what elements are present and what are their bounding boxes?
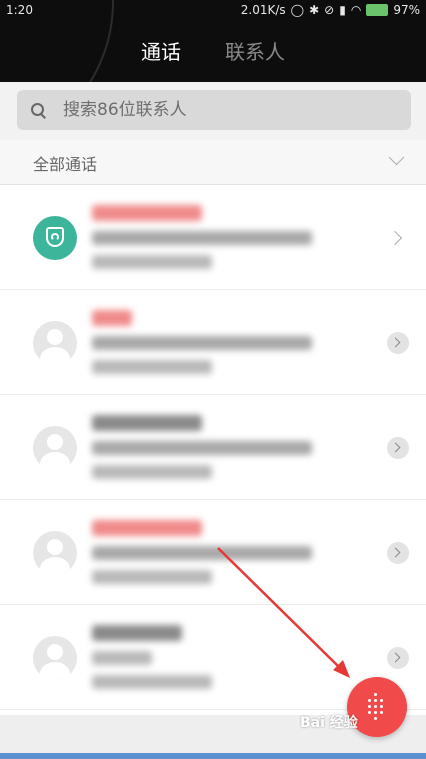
chevron-right-icon[interactable]: [387, 227, 409, 249]
battery-icon: [366, 4, 389, 16]
toggle-icon: ◯: [290, 3, 305, 17]
status-time: 1:20: [6, 3, 33, 17]
redacted-name: [92, 310, 132, 326]
avatar: [33, 216, 77, 260]
person-icon: [47, 644, 63, 660]
redacted-time: [92, 255, 212, 269]
tab-bar: 通话 联系人: [0, 36, 426, 68]
search-icon: [31, 103, 45, 117]
avatar: [33, 321, 77, 365]
blurred-call-info: [92, 205, 312, 279]
call-log-list: [0, 185, 426, 715]
search-input[interactable]: [61, 99, 365, 121]
filter-label: 全部通话: [33, 155, 98, 174]
call-row[interactable]: [0, 395, 426, 500]
call-row[interactable]: [0, 185, 426, 290]
detail-button[interactable]: [387, 332, 409, 354]
call-filter[interactable]: 全部通话: [0, 140, 426, 185]
call-row[interactable]: [0, 290, 426, 395]
blurred-call-info: [92, 520, 312, 594]
redacted-number: [92, 231, 312, 245]
shield-icon: [46, 227, 64, 247]
wifi-icon: ◠: [350, 3, 362, 17]
avatar: [33, 531, 77, 575]
tab-contacts[interactable]: 联系人: [225, 36, 285, 68]
avatar: [33, 636, 77, 680]
blurred-call-info: [92, 310, 312, 384]
person-icon: [47, 329, 63, 345]
mute-icon: ⊘: [324, 3, 335, 17]
tab-calls[interactable]: 通话: [141, 36, 181, 68]
search-area: [0, 82, 426, 140]
detail-button[interactable]: [387, 437, 409, 459]
battery-level: 97%: [393, 3, 420, 17]
call-row[interactable]: [0, 500, 426, 605]
redacted-time: [92, 360, 212, 374]
signal-icon: ▮: [339, 3, 346, 17]
redacted-name: [92, 625, 182, 641]
status-bar: 1:20 2.01K/s ◯ ✱ ⊘ ▮ ◠ 97%: [0, 0, 426, 20]
chevron-down-icon: [388, 149, 405, 166]
redacted-number: [92, 336, 312, 350]
redacted-time: [92, 465, 212, 479]
blurred-call-info: [92, 415, 312, 489]
detail-button[interactable]: [387, 647, 409, 669]
search-box[interactable]: [17, 90, 411, 130]
redacted-name: [92, 520, 202, 536]
redacted-name: [92, 415, 202, 431]
person-icon: [47, 539, 63, 555]
blurred-call-info: [92, 625, 212, 699]
redacted-name: [92, 205, 202, 221]
avatar: [33, 426, 77, 470]
bottom-edge: [0, 753, 426, 759]
detail-button[interactable]: [387, 542, 409, 564]
person-icon: [47, 434, 63, 450]
redacted-time: [92, 570, 212, 584]
redacted-number: [92, 651, 152, 665]
redacted-time: [92, 675, 212, 689]
redacted-number: [92, 546, 312, 560]
top-bar: 1:20 2.01K/s ◯ ✱ ⊘ ▮ ◠ 97% 通话 联系人: [0, 0, 426, 82]
redacted-number: [92, 441, 312, 455]
network-speed: 2.01K/s: [240, 3, 286, 17]
bluetooth-icon: ✱: [309, 3, 320, 17]
watermark: Bai 经验: [300, 715, 358, 731]
